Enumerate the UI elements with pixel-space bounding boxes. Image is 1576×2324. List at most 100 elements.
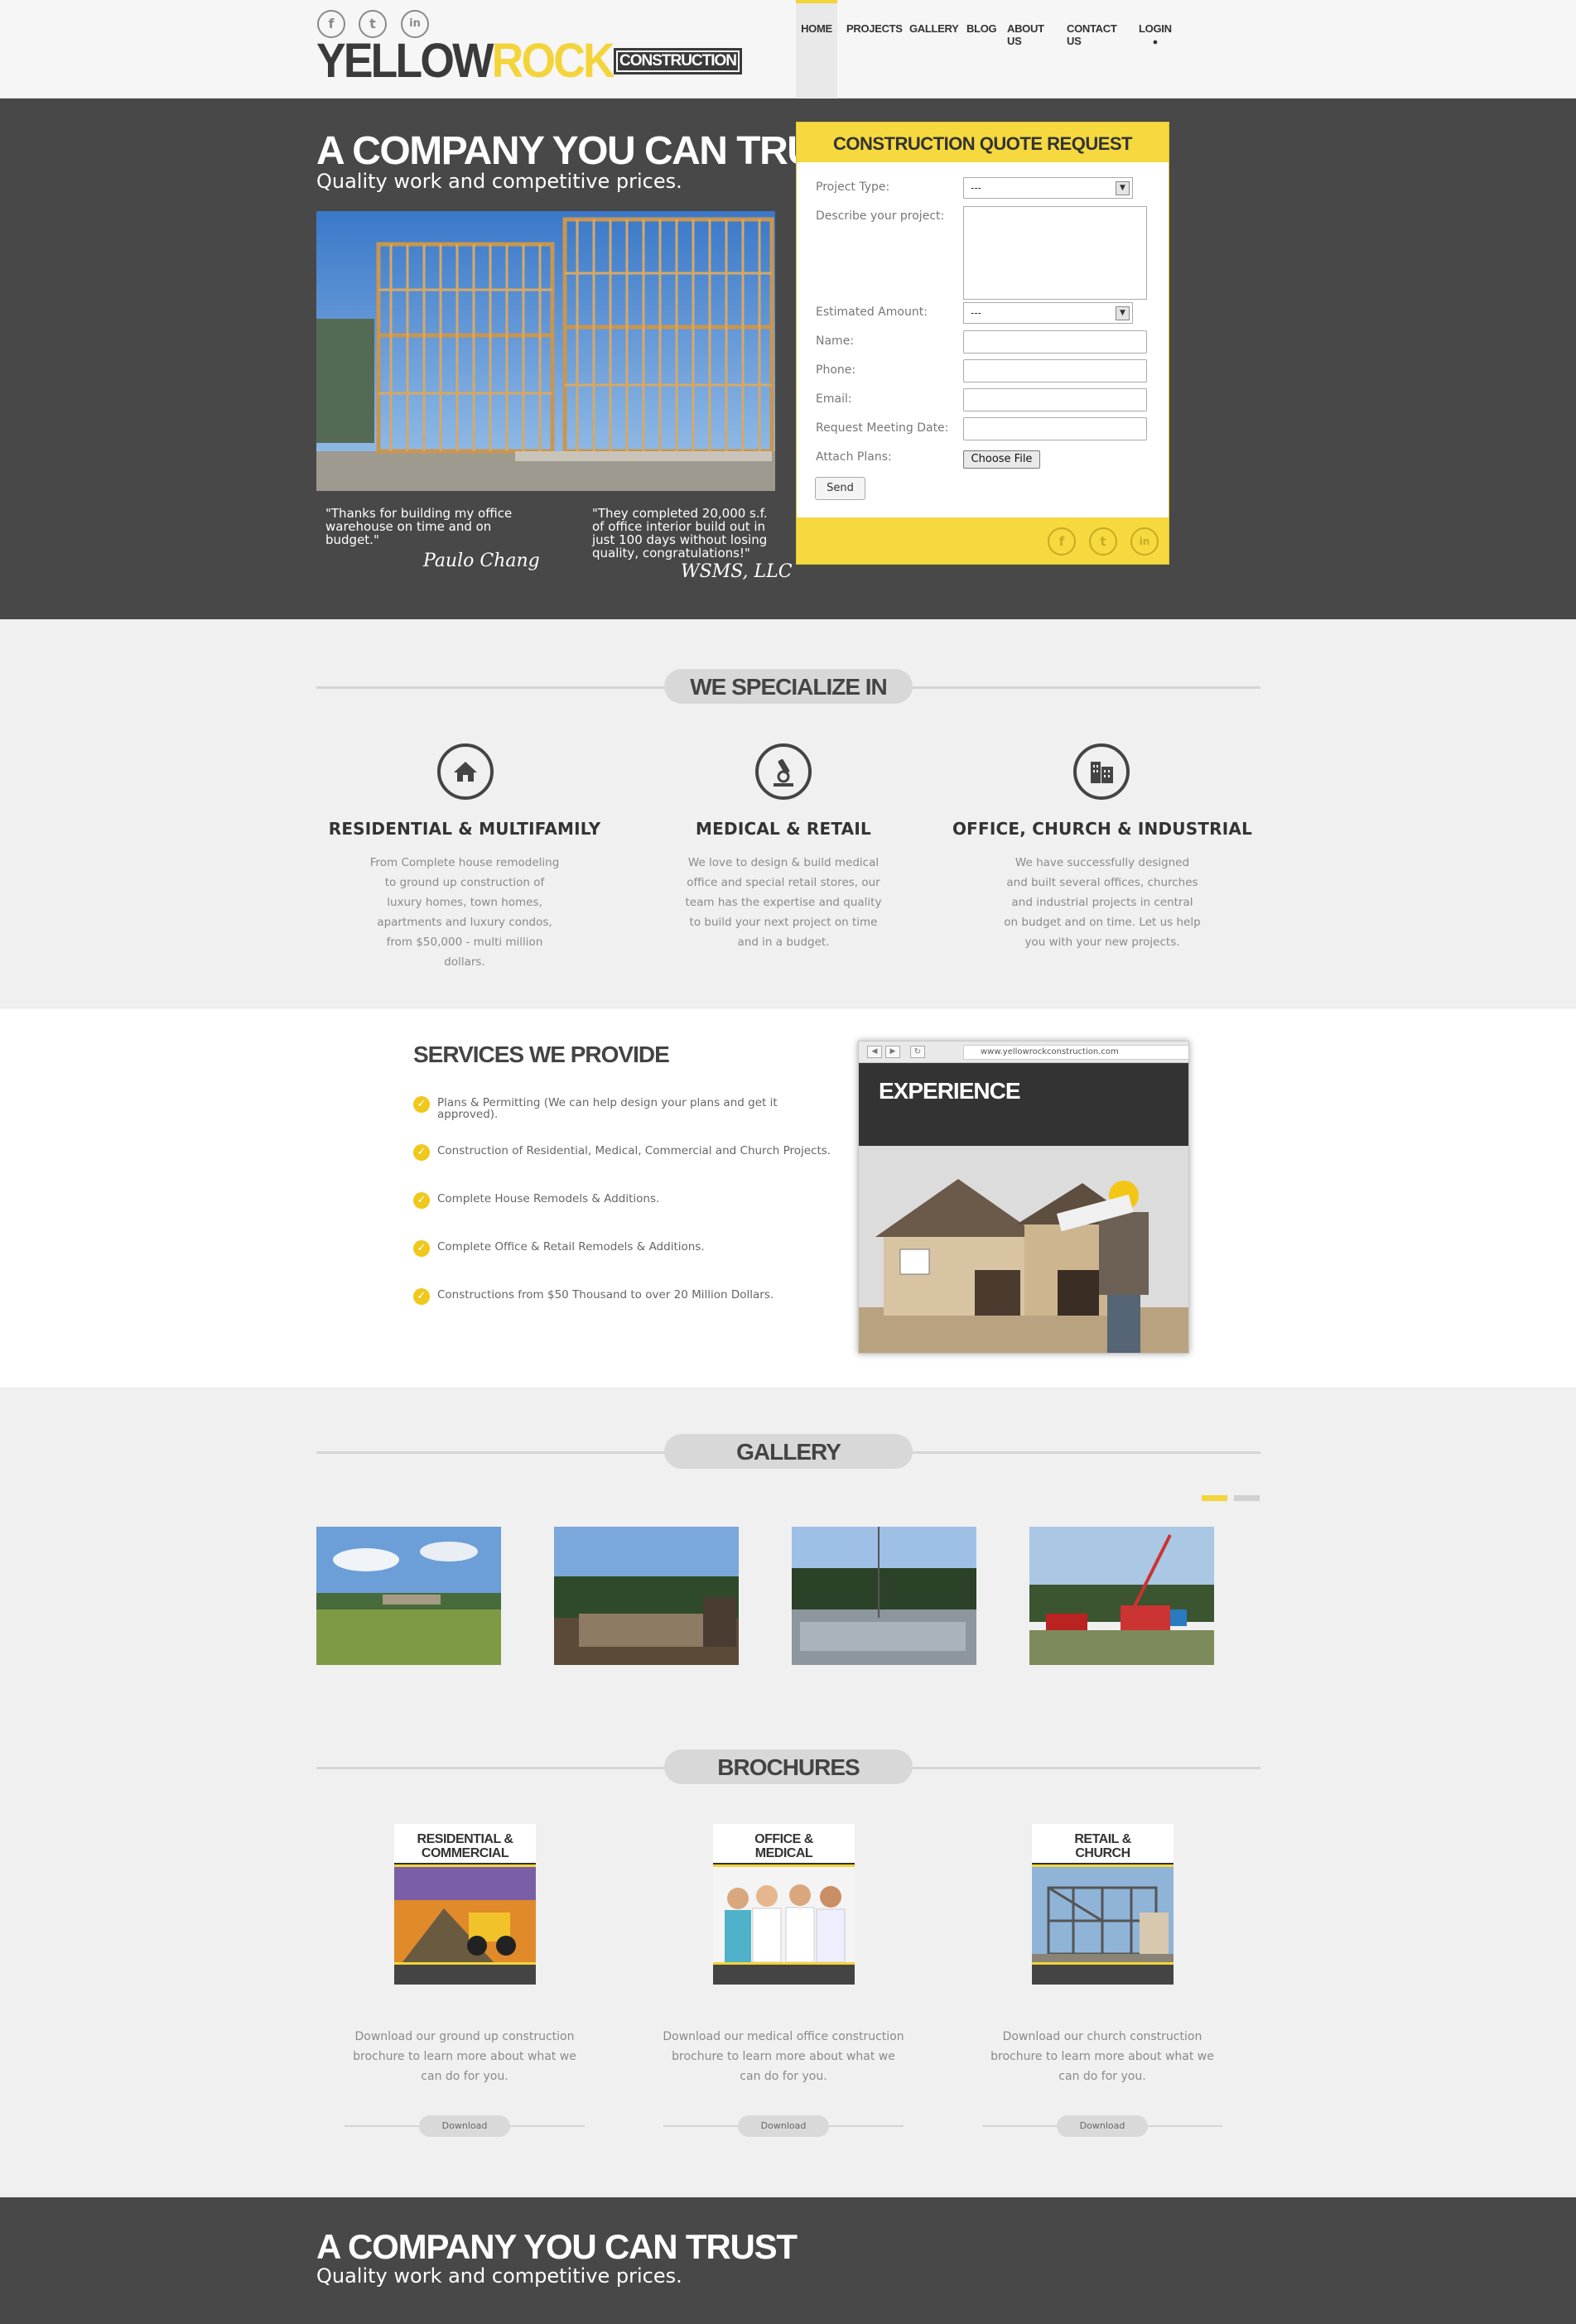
nav-contact-us[interactable]: CONTACT US — [1067, 0, 1117, 99]
text-line: to ground up construction of — [384, 876, 545, 889]
describe-project-textarea[interactable] — [963, 206, 1147, 300]
estimated-amount-value: --- — [971, 307, 981, 319]
text-line: Plans & Permitting (We can help design y… — [437, 1096, 778, 1109]
text-line: to build your next project on time — [689, 916, 878, 929]
footer-subtitle: Quality work and competitive prices. — [316, 2264, 682, 2288]
facebook-icon[interactable]: f — [1048, 527, 1076, 556]
user-icon: ● — [1152, 37, 1159, 47]
text-line: you with your new projects. — [1024, 936, 1180, 949]
text-line: dollars. — [444, 955, 485, 969]
nav-projects[interactable]: PROJECTS — [846, 0, 903, 99]
text-line: approved). — [437, 1108, 499, 1121]
gallery-title: GALLERY — [664, 1434, 913, 1469]
phone-input[interactable] — [963, 359, 1147, 383]
checkmark-icon: ✓ — [413, 1192, 430, 1209]
nav-home[interactable]: HOME — [796, 0, 837, 99]
gallery-photo[interactable] — [792, 1527, 976, 1665]
specialty-title-medical: MEDICAL & RETAIL — [696, 819, 871, 839]
service-text: Complete House Remodels & Additions. — [437, 1192, 660, 1205]
gallery-page-dot[interactable] — [1234, 1495, 1260, 1501]
site-logo[interactable]: YELLOWROCK — [316, 34, 615, 88]
email-input[interactable] — [963, 388, 1147, 411]
text-line: COMMERCIAL — [421, 1846, 509, 1860]
twitter-icon[interactable]: t — [1089, 527, 1117, 556]
brochure-cover-medical[interactable]: OFFICE & MEDICAL — [713, 1824, 855, 1985]
gallery-photo[interactable] — [316, 1527, 501, 1665]
text-line: on budget and on time. Let us help — [1004, 916, 1201, 929]
experience-title: EXPERIENCE — [879, 1078, 1020, 1104]
text-line: Download our church construction — [1002, 2030, 1202, 2043]
nav-gallery[interactable]: GALLERY — [909, 0, 959, 99]
specialty-text-medical: We love to design & build medical office… — [659, 853, 908, 952]
quote-request-form: CONSTRUCTION QUOTE REQUEST Project Type:… — [796, 122, 1169, 565]
gallery-page-dot-active[interactable] — [1202, 1495, 1227, 1501]
service-text: Construction of Residential, Medical, Co… — [437, 1144, 831, 1157]
specialize-title: WE SPECIALIZE IN — [664, 669, 913, 704]
site-header: f t in YELLOWROCK CONSTRUCTION HOME PROJ… — [0, 0, 1576, 99]
text-line: RESIDENTIAL & — [417, 1832, 513, 1846]
text-line: CHURCH — [1075, 1846, 1130, 1860]
phone-label: Phone: — [816, 363, 856, 377]
text-line: OFFICE & — [754, 1832, 813, 1846]
hero-title: A COMPANY YOU CAN TRUST — [316, 129, 864, 173]
project-type-select[interactable]: --- ▼ — [963, 177, 1133, 199]
name-input[interactable] — [963, 330, 1147, 354]
refresh-icon: ↻ — [910, 1046, 925, 1058]
testimonial-quote-1: "Thanks for building my office warehouse… — [325, 506, 513, 547]
choose-file-button[interactable]: Choose File — [963, 450, 1040, 469]
send-button[interactable]: Send — [815, 477, 865, 500]
text-line: Download our ground up construction — [354, 2030, 575, 2043]
brochure-description-medical: Download our medical office construction… — [659, 2027, 908, 2086]
services-section — [0, 1008, 1576, 1388]
hero-construction-photo — [316, 211, 775, 491]
browser-url-field: www.yellowrockconstruction.com — [963, 1045, 1188, 1060]
brochure-cover-church[interactable]: RETAIL & CHURCH — [1032, 1824, 1174, 1985]
download-button-medical[interactable]: Download — [738, 2115, 829, 2137]
text-line: office and special retail stores, our — [687, 876, 880, 889]
brochure-label: RESIDENTIAL & COMMERCIAL — [394, 1832, 536, 1860]
testimonial-author-1: Paulo Chang — [423, 551, 540, 571]
brochure-description-church: Download our church construction brochur… — [978, 2027, 1227, 2086]
download-button-residential[interactable]: Download — [419, 2115, 510, 2137]
service-text: Constructions from $50 Thousand to over … — [437, 1288, 774, 1302]
nav-login[interactable]: LOGIN ● — [1139, 0, 1172, 99]
gallery-photo[interactable] — [554, 1527, 739, 1665]
estimated-amount-label: Estimated Amount: — [816, 306, 928, 319]
estimated-amount-select[interactable]: --- ▼ — [963, 302, 1133, 324]
brochure-image-steel-frame — [1032, 1867, 1174, 1962]
download-button-church[interactable]: Download — [1057, 2115, 1148, 2137]
meeting-date-input[interactable] — [963, 417, 1147, 440]
service-text: Plans & Permitting (We can help design y… — [437, 1097, 778, 1120]
linkedin-icon[interactable]: in — [1130, 527, 1159, 556]
house-icon — [437, 743, 494, 800]
brochure-bottom-band — [394, 1962, 536, 1985]
brochure-bottom-band — [713, 1962, 855, 1985]
project-type-label: Project Type: — [816, 180, 890, 194]
text-line: can do for you. — [421, 2070, 508, 2083]
specialty-text-residential: From Complete house remodeling to ground… — [340, 853, 589, 972]
text-line: RETAIL & — [1074, 1832, 1131, 1846]
text-line: MEDICAL — [754, 1846, 813, 1860]
experience-photo — [859, 1146, 1188, 1353]
brochure-cover-residential[interactable]: RESIDENTIAL & COMMERCIAL — [394, 1824, 536, 1985]
gallery-photo[interactable] — [1029, 1527, 1214, 1665]
quote-form-title: CONSTRUCTION QUOTE REQUEST — [797, 123, 1169, 162]
dropdown-arrow-icon: ▼ — [1116, 181, 1130, 195]
text-line: and built several offices, churches — [1006, 876, 1198, 889]
checkmark-icon: ✓ — [413, 1144, 430, 1161]
microscope-icon — [755, 743, 812, 800]
nav-about-us[interactable]: ABOUT US — [1007, 0, 1044, 99]
text-line: can do for you. — [1058, 2070, 1146, 2083]
nav-blog[interactable]: BLOG — [966, 0, 997, 99]
logo-word-rock: ROCK — [491, 34, 615, 88]
brochure-bottom-band — [1032, 1962, 1174, 1985]
logo-word-construction: CONSTRUCTION — [618, 52, 738, 70]
checkmark-icon: ✓ — [413, 1096, 430, 1113]
text-line: We have successfully designed — [1015, 856, 1190, 869]
text-line: apartments and luxury condos, — [377, 916, 552, 929]
text-line: team has the expertise and quality — [685, 896, 882, 909]
testimonial-quote-2: "They completed 20,000 s.f. of office in… — [592, 506, 768, 561]
describe-project-label: Describe your project: — [816, 209, 945, 223]
project-type-value: --- — [971, 182, 981, 194]
building-icon — [1073, 743, 1130, 800]
